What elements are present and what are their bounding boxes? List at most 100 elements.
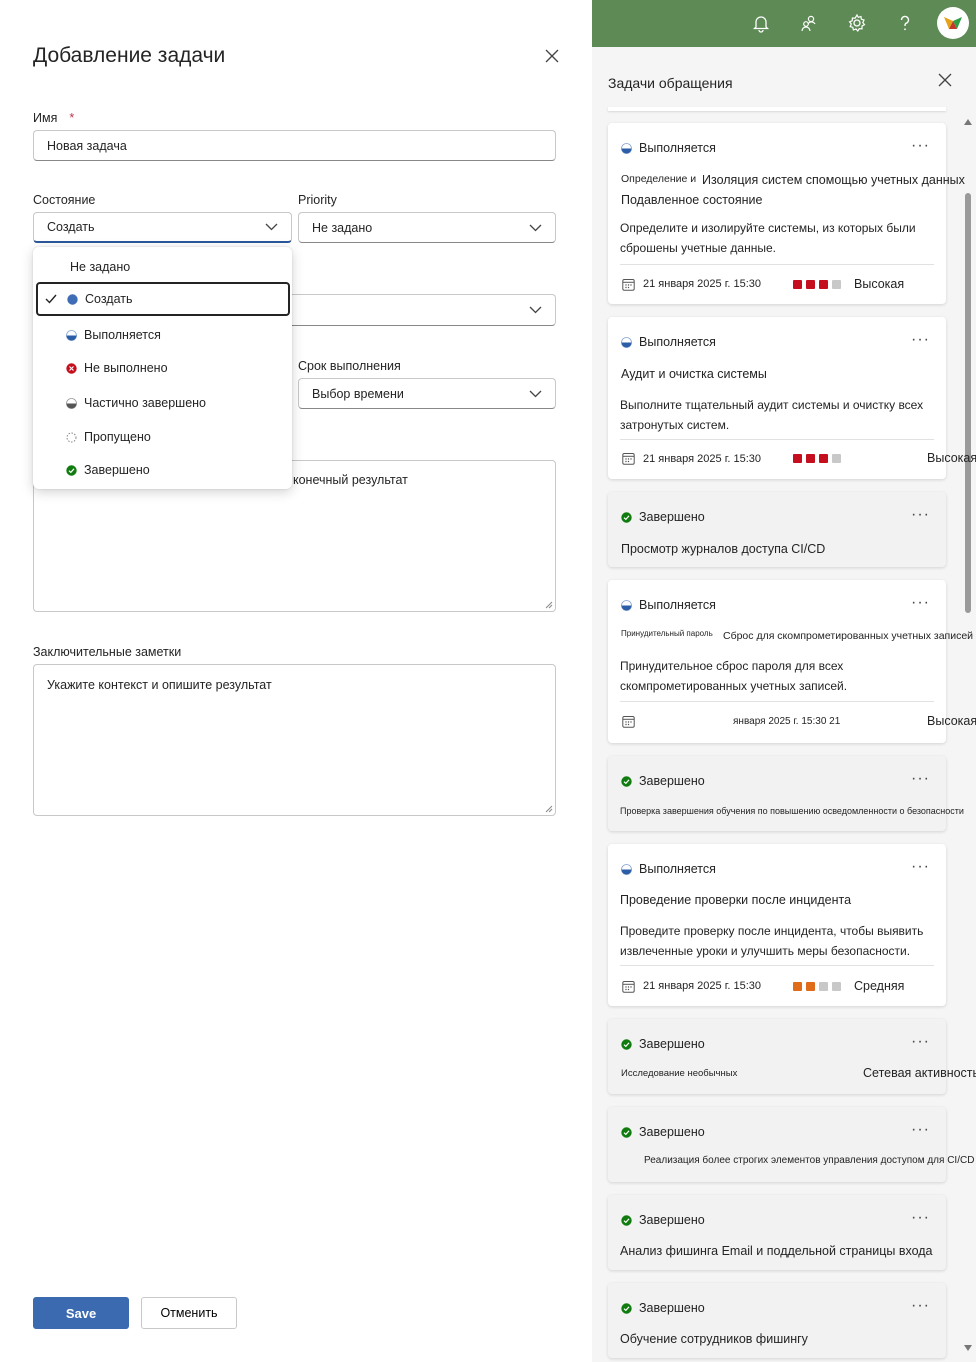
scroll-up-icon[interactable] [964,119,972,125]
notes-placeholder: Укажите контекст и опишите результат [47,678,272,692]
more-options-icon[interactable]: ··· [911,594,930,612]
add-task-panel: Добавление задачи Имя * Новая задача Сост… [0,0,592,1362]
resize-grip-icon[interactable] [545,601,553,609]
task-title-part: Принудительный пароль [621,629,713,638]
task-status: Завершено [621,1301,705,1315]
chevron-down-icon [529,306,542,314]
option-label: Пропущено [84,430,151,444]
priority-bar [806,279,816,289]
calendar-icon [622,980,635,993]
priority-select[interactable]: Не задано [298,212,556,243]
state-option-completed[interactable]: Завершено [33,455,292,485]
more-options-icon[interactable]: ··· [911,331,930,349]
notes-label: Заключительные заметки [33,645,182,659]
more-options-icon[interactable]: ··· [911,1297,930,1315]
status-text: Завершено [639,1037,705,1051]
close-panel-icon[interactable] [937,72,953,88]
task-card[interactable]: Выполняется ··· Определение и Изоляция с… [608,123,965,304]
calendar-icon [622,716,635,728]
task-footer: января 2025 г. 15:30 21 [622,715,840,728]
bell-icon[interactable] [750,12,772,34]
due-label: Срок выполнения [298,359,401,373]
completed-icon [66,464,77,476]
completed-icon [621,1126,632,1138]
task-status: Завершено [621,1037,705,1051]
in-progress-icon [621,863,632,875]
scrollbar-thumb[interactable] [965,193,971,613]
priority-bar [793,981,803,991]
task-card[interactable]: Завершено ··· Исследование необычных Сет… [608,1019,976,1094]
people-community-icon[interactable] [798,12,820,34]
more-options-icon[interactable]: ··· [911,1121,930,1139]
task-due-date: 21 января 2025 г. 15:30 [643,980,762,992]
more-options-icon[interactable]: ··· [911,858,930,876]
task-footer: 21 января 2025 г. 15:30 Высокая [622,277,904,291]
task-due-date: 21 января 2025 г. 15:30 [643,452,762,465]
notes-textarea[interactable]: Укажите контекст и опишите результат [33,664,556,816]
task-status: Выполняется [621,862,716,876]
state-option-partial[interactable]: Частично завершено [33,388,292,418]
resize-grip-icon[interactable] [545,805,553,813]
cancel-button[interactable]: Отменить [141,1297,237,1329]
status-text: Выполняется [639,598,716,612]
state-option-create[interactable]: Создать [36,282,290,316]
more-options-icon[interactable]: ··· [911,137,930,155]
state-select-value: Создать [47,220,95,234]
state-option-not-set[interactable]: Не задано [33,252,292,282]
help-icon[interactable] [894,12,916,34]
status-text: Выполняется [639,335,716,349]
state-dropdown-menu: Не задано Создать Выполняется Не выполне… [33,247,292,489]
more-options-icon[interactable]: ··· [911,506,930,524]
state-option-in-progress[interactable]: Выполняется [33,320,292,350]
task-card[interactable]: Выполняется ··· Принудительный пароль Сб… [608,580,976,743]
state-option-failed[interactable]: Не выполнено [33,353,292,383]
task-priority: Средняя [854,979,905,993]
save-button[interactable]: Save [33,1297,129,1329]
failed-icon [66,362,77,374]
completed-icon [621,511,632,523]
completed-icon [621,1038,632,1050]
due-time-select[interactable]: Выбор времени [298,378,556,409]
task-card[interactable]: Завершено ··· Анализ фишинга Email и под… [608,1195,946,1270]
avatar[interactable] [937,7,969,39]
task-card[interactable]: Завершено ··· Просмотр журналов доступа … [608,492,946,567]
completed-icon [621,775,632,787]
task-card[interactable]: Завершено ··· Проверка завершения обучен… [608,756,964,831]
more-options-icon[interactable]: ··· [911,1033,930,1051]
state-option-skipped[interactable]: Пропущено [33,422,292,452]
priority-bar [793,279,803,289]
task-card[interactable]: Выполняется ··· Проведение проверки посл… [608,844,946,1006]
completed-icon [621,1214,632,1226]
more-options-icon[interactable]: ··· [911,1209,930,1227]
task-title-part: Подавленное состояние [621,193,763,207]
option-label: Создать [85,292,133,306]
close-form-icon[interactable] [544,48,560,64]
in-progress-icon [621,336,632,348]
card-divider [620,439,934,440]
task-title: Обучение сотрудников фишингу [620,1332,808,1346]
state-select[interactable]: Создать [33,212,292,243]
priority-bar [832,981,842,991]
task-title: Аудит и очистка системы [621,367,767,381]
priority-bar [832,279,842,289]
priority-bar [832,454,842,463]
gear-icon[interactable] [846,12,868,34]
task-status: Выполняется [621,598,716,612]
scroll-down-icon[interactable] [964,1345,972,1351]
description-text: конечный результат [293,473,408,487]
task-card[interactable]: Завершено ··· Реализация более строгих э… [608,1107,974,1182]
task-status: Завершено [621,1213,705,1227]
task-title-part: Определение и [621,173,697,185]
name-input[interactable]: Новая задача [33,130,556,161]
name-input-value: Новая задача [47,138,127,153]
status-text: Завершено [639,510,705,524]
more-options-icon[interactable]: ··· [911,770,930,788]
option-label: Частично завершено [84,396,207,410]
panel-title: Задачи обращения [608,75,733,91]
status-text: Выполняется [639,141,716,155]
priority-select-value: Не задано [312,220,373,235]
task-card[interactable]: Завершено ··· Обучение сотрудников фишин… [608,1283,946,1358]
calendar-icon [622,278,635,291]
task-card[interactable]: Выполняется ··· Аудит и очистка системы … [608,317,976,479]
card-divider [620,965,934,966]
